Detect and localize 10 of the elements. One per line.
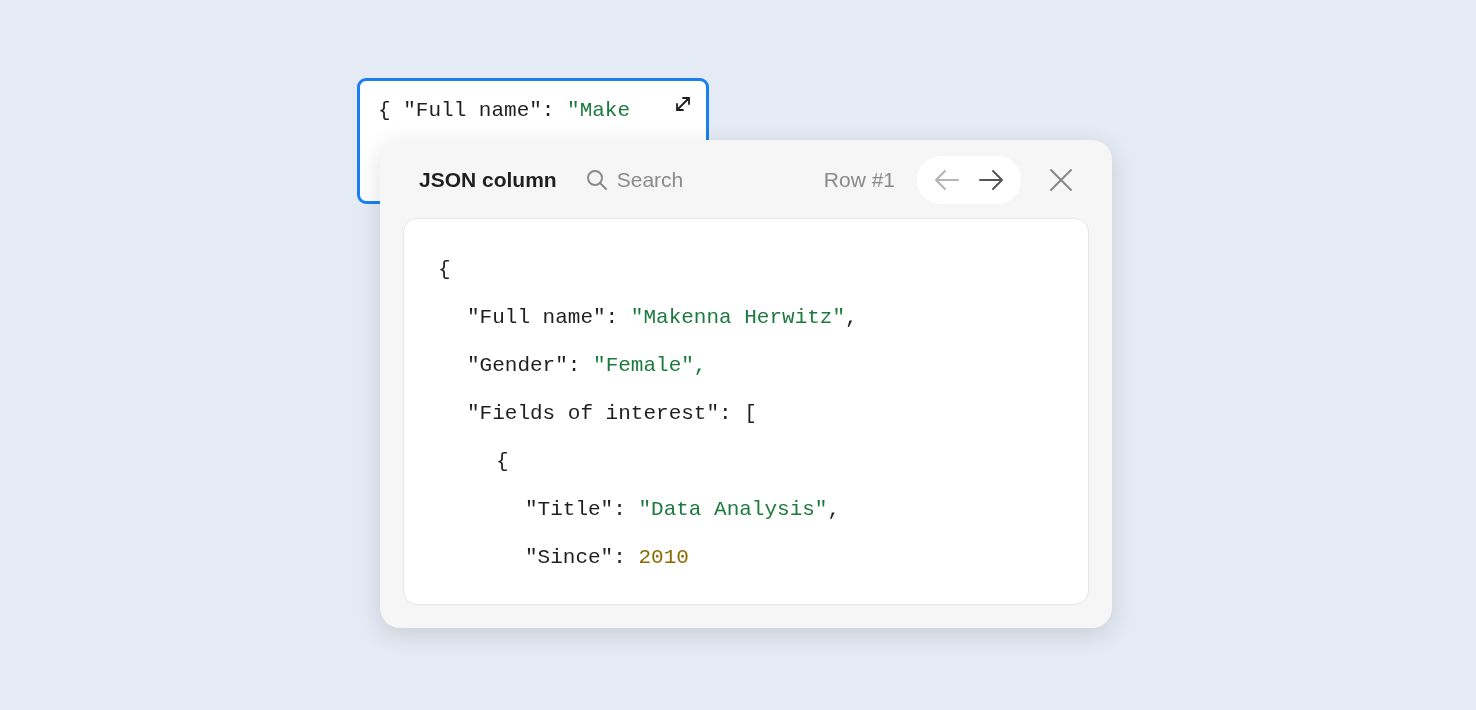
row-number: Row #1 xyxy=(823,168,895,192)
code-line: "Since": 2010 xyxy=(525,545,689,569)
code-line: "Full name": "Makenna Herwitz", xyxy=(467,305,858,329)
popup-title: JSON column xyxy=(419,168,557,192)
code-line: "Gender": "Female", xyxy=(467,353,707,377)
code-line: { xyxy=(496,449,509,473)
code-line: "Title": "Data Analysis", xyxy=(525,497,841,521)
code-line: "Fields of interest": [ xyxy=(467,401,757,425)
cell-value: { "Full name": "Make xyxy=(378,99,631,122)
code-line: { xyxy=(438,257,451,281)
